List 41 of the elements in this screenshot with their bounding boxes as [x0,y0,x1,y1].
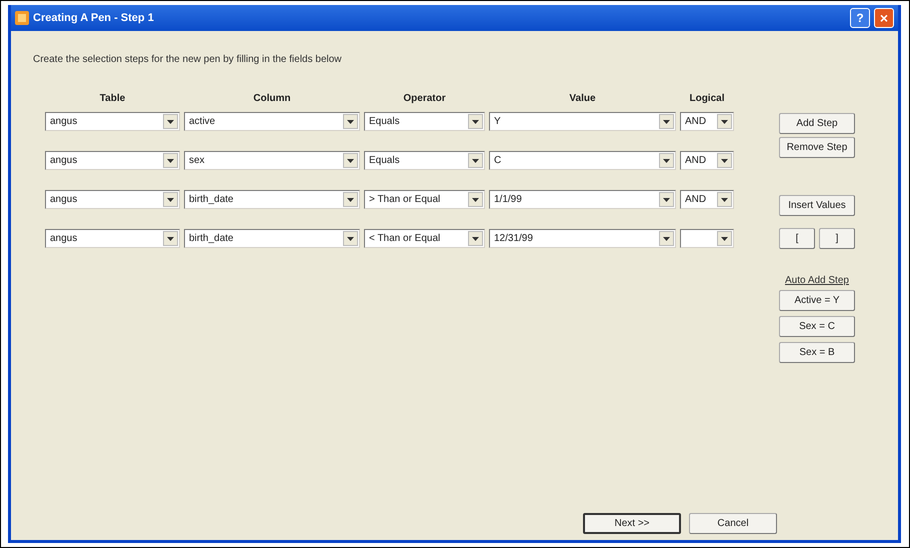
dropdown-field[interactable]: Y [489,112,676,131]
close-button[interactable]: × [874,8,894,28]
dropdown-field[interactable]: C [489,151,676,170]
window-title: Creating A Pen - Step 1 [33,10,155,26]
dropdown-field[interactable]: AND [680,190,734,209]
app-icon [15,11,29,25]
column-header: Table [100,92,126,106]
dropdown-field[interactable]: AND [680,112,734,131]
auto-add-label: Auto Add Step [785,274,849,288]
dropdown-field[interactable]: 12/31/99 [489,229,676,248]
dropdown-field[interactable]: angus [45,151,180,170]
dropdown-field[interactable]: angus [45,229,180,248]
help-button[interactable]: ? [850,8,870,28]
dropdown-field[interactable]: 1/1/99 [489,190,676,209]
column-header: Logical [689,92,724,106]
column-header: Operator [403,92,446,106]
dialog-button[interactable]: Next >> [583,513,681,534]
dialog-button[interactable]: Active = Y [779,290,855,311]
dialog-button[interactable]: ] [819,228,855,249]
dropdown-field[interactable] [680,229,734,248]
dropdown-field[interactable]: AND [680,151,734,170]
dropdown-field[interactable]: angus [45,190,180,209]
dialog-button[interactable]: Remove Step [779,137,855,158]
dialog-button[interactable]: Sex = B [779,342,855,363]
column-header: Value [569,92,596,106]
column-header: Column [253,92,291,106]
dialog-button[interactable]: Sex = C [779,316,855,337]
dropdown-field[interactable]: birth_date [184,229,360,248]
dropdown-field[interactable]: sex [184,151,360,170]
dropdown-field[interactable]: > Than or Equal [364,190,485,209]
dropdown-field[interactable]: < Than or Equal [364,229,485,248]
dropdown-field[interactable]: angus [45,112,180,131]
dialog-button[interactable]: Cancel [689,513,777,534]
dialog-button[interactable]: Add Step [779,113,855,134]
instruction-text: Create the selection steps for the new pen by filling in the fields below [33,53,343,67]
dropdown-field[interactable]: Equals [364,151,485,170]
dialog-button[interactable]: [ [779,228,815,249]
dropdown-field[interactable]: birth_date [184,190,360,209]
dropdown-field[interactable]: active [184,112,360,131]
dialog-button[interactable]: Insert Values [779,195,855,216]
dropdown-field[interactable]: Equals [364,112,485,131]
